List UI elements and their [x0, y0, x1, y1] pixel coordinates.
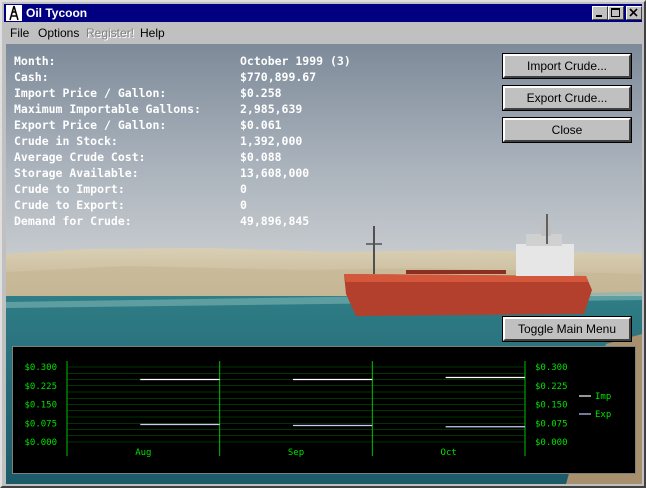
y-tick-label-right: $0.150	[535, 401, 568, 411]
maximize-icon	[611, 8, 620, 17]
close-button[interactable]: Close	[502, 117, 632, 143]
price-chart-svg: $0.300 $0.300 $0.225 $0.225 $0.150 $0.150 $0.0…	[24, 361, 611, 458]
window-title: Oil Tycoon	[26, 6, 88, 20]
y-tick-label-left: $0.300	[24, 363, 57, 373]
info-value-max-importable: 2,985,639	[240, 102, 303, 116]
info-label-crude-to-import: Crude to Import:	[14, 182, 125, 196]
x-tick-label: Oct	[441, 448, 457, 458]
y-tick-label-right: $0.300	[535, 363, 568, 373]
menu-help[interactable]: Help	[140, 26, 165, 40]
main-scene: Month: October 1999 (3) Cash: $770,899.6…	[6, 44, 642, 484]
import-crude-button[interactable]: Import Crude...	[502, 53, 632, 79]
info-value-storage-available: 13,608,000	[240, 166, 310, 180]
y-tick-label-right: $0.225	[535, 382, 568, 392]
info-label-export-price: Export Price / Gallon:	[14, 118, 167, 132]
info-label-max-importable: Maximum Importable Gallons:	[14, 102, 201, 116]
info-value-demand-for-crude: 49,896,845	[240, 214, 310, 228]
x-tick-label: Sep	[288, 448, 304, 458]
info-label-average-crude-cost: Average Crude Cost:	[14, 150, 146, 164]
minimize-button[interactable]	[592, 6, 608, 20]
info-value-month: October 1999 (3)	[240, 54, 351, 68]
maximize-button[interactable]	[608, 6, 624, 20]
info-value-crude-in-stock: 1,392,000	[240, 134, 303, 148]
y-tick-label-left: $0.000	[24, 438, 57, 448]
menu-register[interactable]: Register!	[86, 26, 134, 40]
menu-file[interactable]: File	[10, 26, 29, 40]
minimize-icon	[596, 15, 602, 17]
close-icon	[629, 8, 638, 17]
info-label-crude-to-export: Crude to Export:	[14, 198, 125, 212]
info-label-import-price: Import Price / Gallon:	[14, 86, 167, 100]
info-label-month: Month:	[14, 54, 56, 68]
y-tick-label-left: $0.075	[24, 419, 57, 429]
info-value-crude-to-import: 0	[240, 182, 247, 196]
legend-label-exp: Exp	[595, 410, 611, 420]
close-window-button[interactable]	[626, 6, 642, 20]
menu-bar: File Options Register! Help	[4, 23, 642, 42]
title-bar[interactable]: Oil Tycoon	[4, 4, 642, 22]
info-value-export-price: $0.061	[240, 118, 282, 132]
oil-tycoon-window: Oil Tycoon File Options Register! Help M…	[0, 0, 646, 488]
y-tick-label-right: $0.075	[535, 419, 568, 429]
legend-label-imp: Imp	[595, 392, 611, 402]
price-chart: $0.300 $0.300 $0.225 $0.225 $0.150 $0.150 $0.0…	[12, 346, 636, 474]
info-label-storage-available: Storage Available:	[14, 166, 139, 180]
y-tick-label-left: $0.225	[24, 382, 57, 392]
toggle-main-menu-button[interactable]: Toggle Main Menu	[502, 316, 632, 342]
info-value-cash: $770,899.67	[240, 70, 317, 84]
info-label-cash: Cash:	[14, 70, 49, 84]
y-tick-label-right: $0.000	[535, 438, 568, 448]
info-value-crude-to-export: 0	[240, 198, 247, 212]
info-value-average-crude-cost: $0.088	[240, 150, 282, 164]
info-label-demand-for-crude: Demand for Crude:	[14, 214, 132, 228]
info-label-crude-in-stock: Crude in Stock:	[14, 134, 118, 148]
info-value-import-price: $0.258	[240, 86, 282, 100]
menu-options[interactable]: Options	[38, 26, 79, 40]
oil-derrick-icon	[6, 5, 22, 21]
y-tick-label-left: $0.150	[24, 401, 57, 411]
export-crude-button[interactable]: Export Crude...	[502, 85, 632, 111]
x-tick-label: Aug	[135, 448, 151, 458]
